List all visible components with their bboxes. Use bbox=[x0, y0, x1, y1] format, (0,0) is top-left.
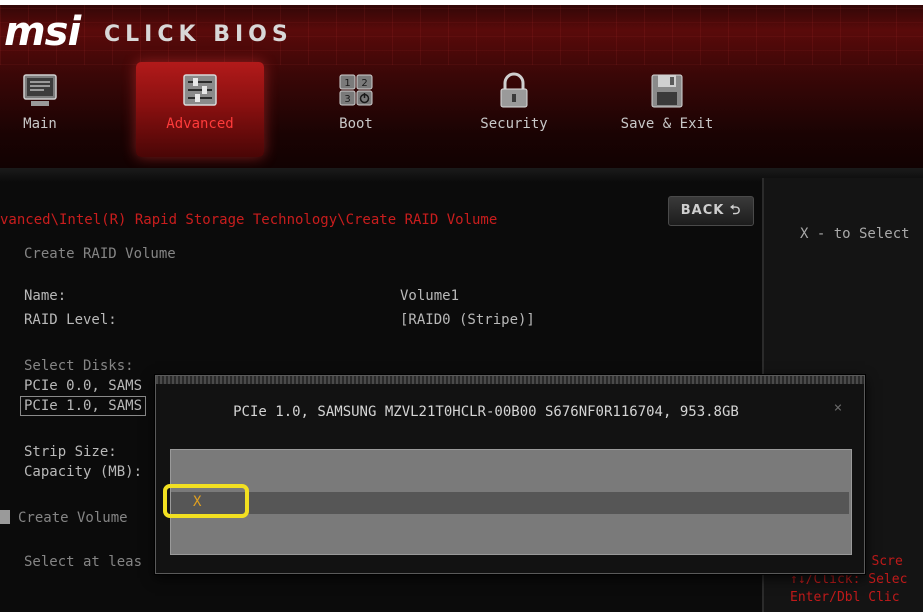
strip-size-label: Strip Size: bbox=[24, 444, 117, 460]
option-x[interactable]: X bbox=[171, 492, 849, 514]
svg-text:3: 3 bbox=[344, 94, 350, 105]
dialog-title: PCIe 1.0, SAMSUNG MZVL21T0HCLR-00B00 S67… bbox=[233, 404, 739, 420]
create-volume-button[interactable]: Create Volume bbox=[0, 510, 128, 526]
msi-logo: msi bbox=[4, 9, 81, 55]
tab-main[interactable]: Main bbox=[0, 62, 80, 157]
select-disks-label: Select Disks: bbox=[24, 358, 134, 374]
option-listbox: X bbox=[170, 449, 852, 555]
disk-item-pcie-0[interactable]: PCIe 0.0, SAMS bbox=[24, 378, 142, 394]
tab-security[interactable]: Security bbox=[466, 62, 562, 157]
svg-text:2: 2 bbox=[361, 78, 367, 89]
back-button-label: BACK bbox=[680, 203, 725, 218]
tab-advanced-label: Advanced bbox=[166, 116, 234, 132]
tab-save-exit[interactable]: Save & Exit bbox=[612, 62, 722, 157]
lock-icon bbox=[495, 72, 533, 110]
name-value[interactable]: Volume1 bbox=[400, 288, 459, 304]
breadcrumb: vanced\Intel(R) Rapid Storage Technology… bbox=[0, 212, 498, 228]
annotation-highlight bbox=[163, 484, 249, 518]
click-bios-title: CLICK BIOS bbox=[104, 22, 293, 47]
sliders-icon bbox=[181, 72, 219, 110]
tab-boot[interactable]: 1 2 3 Boot bbox=[318, 62, 394, 157]
raid-level-label: RAID Level: bbox=[24, 312, 117, 328]
monitor-icon bbox=[21, 72, 59, 110]
dialog-titlebar bbox=[156, 376, 864, 384]
raid-level-value[interactable]: [RAID0 (Stripe)] bbox=[400, 312, 535, 328]
disk-select-dialog: PCIe 1.0, SAMSUNG MZVL21T0HCLR-00B00 S67… bbox=[155, 375, 865, 574]
help-text: X - to Select bbox=[800, 226, 910, 242]
create-volume-label: Create Volume bbox=[18, 510, 128, 526]
tab-security-label: Security bbox=[480, 116, 548, 132]
hint-enter-dbl-click: Enter/Dbl Clic bbox=[790, 590, 900, 605]
boot-order-icon: 1 2 3 bbox=[337, 72, 375, 110]
close-icon[interactable]: × bbox=[828, 398, 848, 418]
capacity-label: Capacity (MB): bbox=[24, 464, 143, 480]
tab-boot-label: Boot bbox=[339, 116, 373, 132]
tab-advanced[interactable]: Advanced bbox=[136, 62, 264, 157]
floppy-disk-icon bbox=[648, 72, 686, 110]
svg-text:1: 1 bbox=[344, 78, 350, 89]
create-volume-marker bbox=[0, 510, 10, 524]
back-arrow-icon: ⮌ bbox=[729, 203, 742, 218]
name-label: Name: bbox=[24, 288, 67, 304]
hint-click-select: ↑↓/Click: Selec bbox=[790, 572, 908, 587]
tab-main-label: Main bbox=[23, 116, 57, 132]
tab-save-exit-label: Save & Exit bbox=[620, 116, 714, 132]
select-hint: Select at leas bbox=[24, 554, 143, 570]
disk-item-pcie-1[interactable]: PCIe 1.0, SAMS bbox=[20, 396, 147, 416]
back-button[interactable]: BACK ⮌ bbox=[668, 196, 754, 226]
page-heading: Create RAID Volume bbox=[24, 246, 176, 262]
bios-header: msi CLICK BIOS Main Advanced 1 2 3 Boot … bbox=[0, 0, 923, 168]
